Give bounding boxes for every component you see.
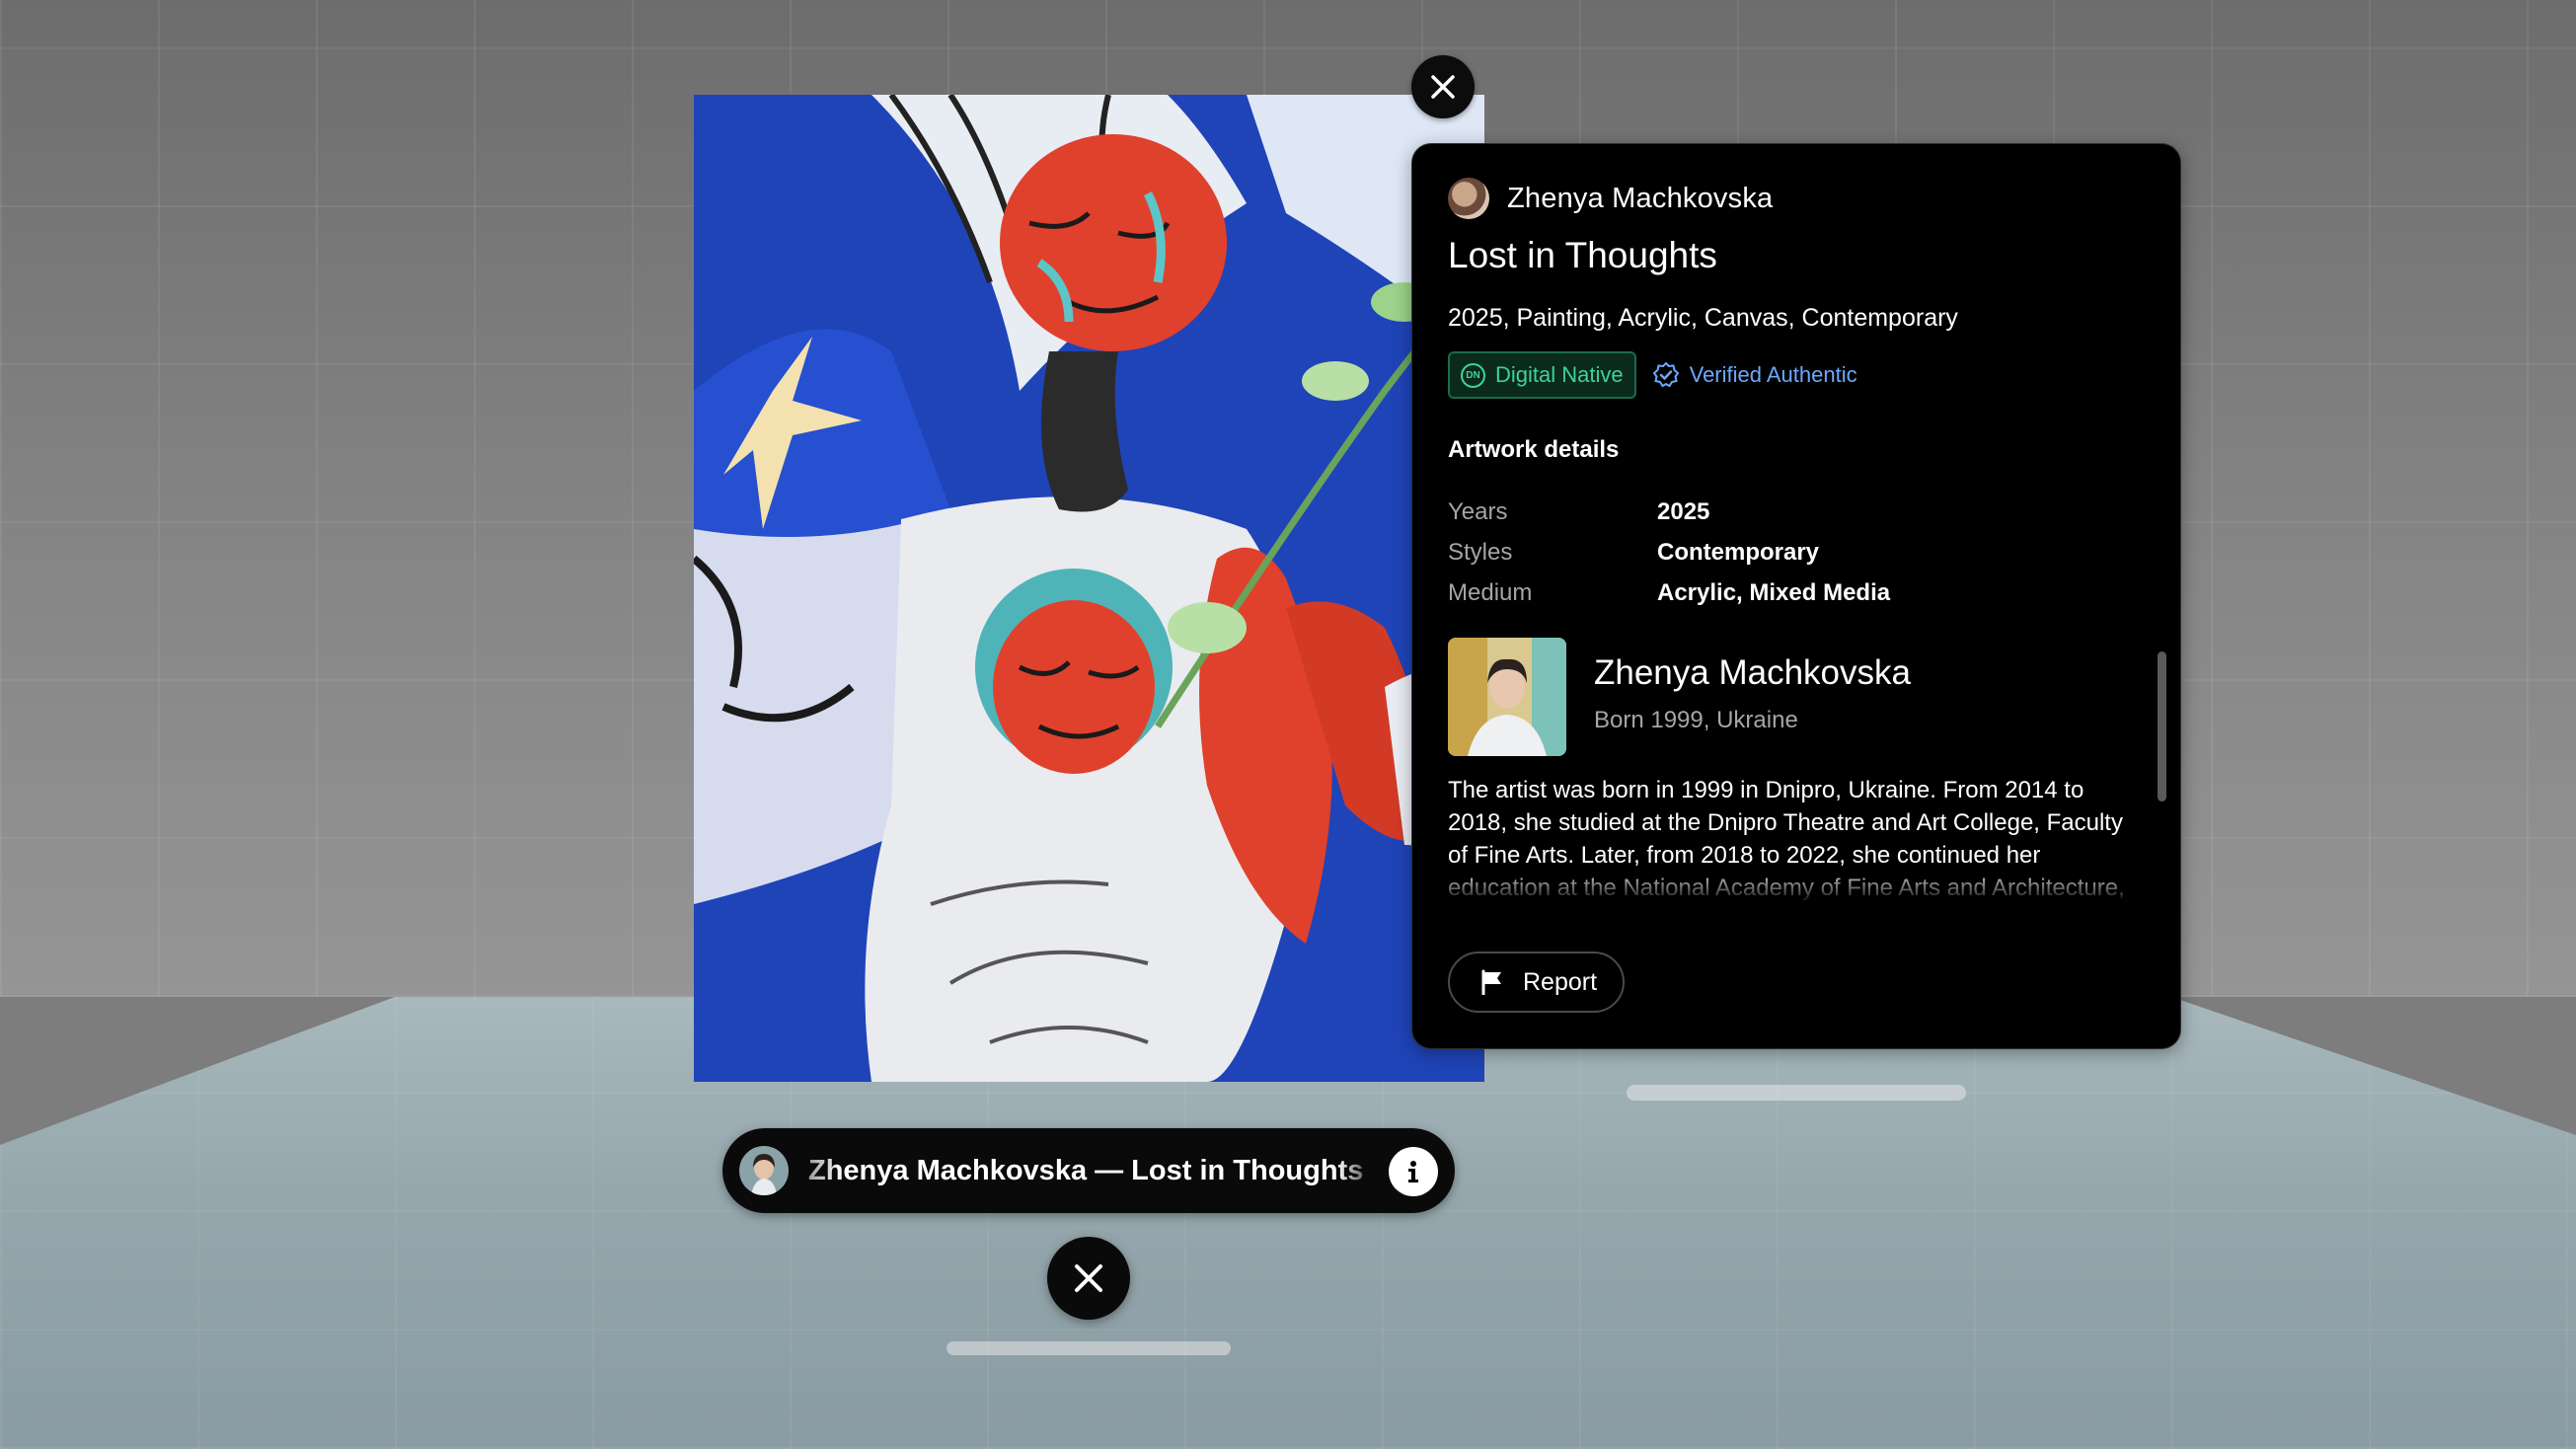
- verified-label: Verified Authentic: [1689, 362, 1857, 387]
- digital-native-icon: DN: [1461, 362, 1485, 388]
- artist-name[interactable]: Zhenya Machkovska: [1594, 653, 1911, 693]
- artwork-caption-bar[interactable]: Zhenya Machkovska — Lost in Thoughts: [722, 1128, 1455, 1213]
- author-avatar: [1448, 178, 1489, 219]
- artist-info: Zhenya Machkovska Born 1999, Ukraine: [1594, 638, 1911, 756]
- detail-key: Years: [1448, 497, 1508, 525]
- report-button[interactable]: Report: [1448, 952, 1626, 1013]
- artist-born: Born 1999, Ukraine: [1594, 707, 1798, 733]
- panel-window-grabber[interactable]: [1627, 1085, 1966, 1101]
- author-name[interactable]: Zhenya Machkovska: [1507, 183, 1773, 215]
- close-panel-button[interactable]: [1411, 55, 1475, 118]
- verified-badge: Verified Authentic: [1652, 361, 1857, 389]
- panel-scrollbar[interactable]: [2158, 651, 2166, 801]
- artist-bio: The artist was born in 1999 in Dnipro, U…: [1448, 777, 2125, 901]
- author-row[interactable]: Zhenya Machkovska: [1448, 178, 1773, 219]
- caption-text: Zhenya Machkovska — Lost in Thoughts: [808, 1154, 1364, 1186]
- artist-photo: [1448, 638, 1566, 756]
- digital-native-badge: DN Digital Native: [1448, 351, 1636, 399]
- detail-value: Contemporary: [1657, 538, 1820, 566]
- info-icon: [1408, 1161, 1418, 1182]
- badges-row: DN Digital Native Verified Authentic: [1448, 351, 1857, 399]
- artwork-image: [694, 95, 1484, 1082]
- detail-value: 2025: [1657, 497, 1710, 525]
- detail-row-years: Years 2025: [1448, 492, 2099, 532]
- digital-native-label: Digital Native: [1495, 362, 1624, 387]
- detail-key: Medium: [1448, 578, 1533, 606]
- close-icon: [1075, 1264, 1102, 1292]
- artwork-detail-panel: Zhenya Machkovska Lost in Thoughts 2025,…: [1411, 143, 2181, 1049]
- detail-key: Styles: [1448, 538, 1513, 566]
- artwork-window-grabber[interactable]: [947, 1341, 1231, 1355]
- flag-icon: [1481, 969, 1501, 995]
- detail-value: Acrylic, Mixed Media: [1657, 578, 1891, 606]
- info-button[interactable]: [1389, 1147, 1438, 1196]
- caption-avatar: [739, 1146, 789, 1195]
- artwork-details-list: Years 2025 Styles Contemporary Medium Ac…: [1448, 492, 2099, 613]
- detail-row-styles: Styles Contemporary: [1448, 532, 2099, 572]
- artwork-details-heading: Artwork details: [1448, 436, 1620, 463]
- artwork-title: Lost in Thoughts: [1448, 235, 1717, 275]
- close-icon: [1431, 75, 1455, 99]
- detail-row-medium: Medium Acrylic, Mixed Media: [1448, 572, 2099, 613]
- report-label: Report: [1523, 967, 1598, 996]
- artwork-meta: 2025, Painting, Acrylic, Canvas, Contemp…: [1448, 304, 1958, 332]
- close-artwork-button[interactable]: [1047, 1237, 1130, 1320]
- verified-check-icon: [1652, 361, 1679, 388]
- artist-card[interactable]: Zhenya Machkovska Born 1999, Ukraine: [1448, 638, 1911, 756]
